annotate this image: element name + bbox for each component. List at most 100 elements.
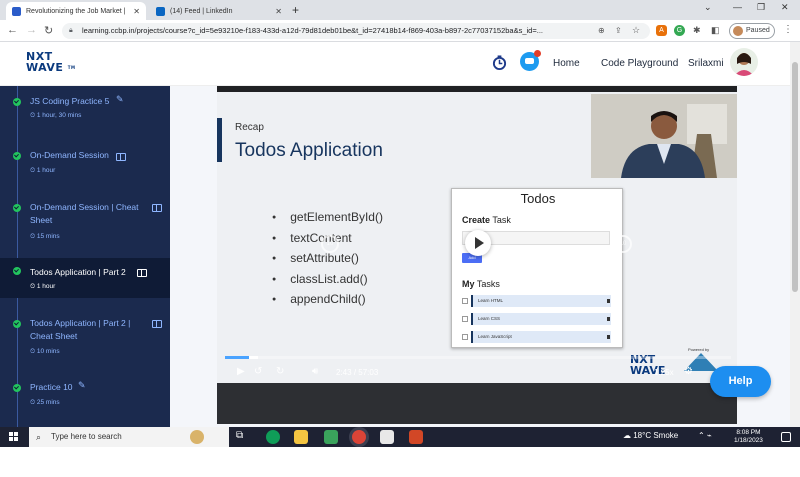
sidebar-item-on-demand-cheat-sheet[interactable]: On-Demand Session | Cheat Sheet ⏲ 15 mins — [0, 196, 170, 250]
system-tray-icons[interactable]: ⌃ ⌁ — [698, 431, 712, 440]
address-bar[interactable]: 🔒︎ learning.ccbp.in/projects/course?c_id… — [62, 23, 650, 39]
taskbar-clock[interactable]: 8:08 PM 1/18/2023 — [734, 429, 763, 445]
duration-text: 10 mins — [36, 348, 60, 355]
forward-10-icon[interactable]: ↻ — [276, 366, 284, 377]
tab-search-chevron-icon[interactable]: ⌄ — [704, 2, 712, 13]
video-frame: Recap Todos Application getElementById()… — [217, 92, 737, 384]
back-icon[interactable]: ← — [7, 24, 18, 36]
close-tab-icon[interactable]: ✕ — [275, 7, 282, 16]
sidebar-item-js-coding-practice-5[interactable]: JS Coding Practice 5 ✎ ⏲ 1 hour, 30 mins — [0, 94, 170, 134]
user-avatar[interactable] — [730, 48, 758, 76]
browser-menu-icon[interactable]: ⋮ — [783, 24, 793, 35]
discussions-chat-icon[interactable] — [520, 50, 541, 71]
browser-tab-linkedin[interactable]: (14) Feed | LinkedIn ✕ — [150, 2, 288, 20]
completed-check-icon — [13, 384, 21, 392]
sidebar-item-on-demand-session[interactable]: On-Demand Session ⏲ 1 hour — [0, 146, 170, 186]
site-favicon-icon — [12, 6, 21, 16]
search-icon: ⌕ — [36, 432, 42, 442]
weather-widget[interactable]: ☁ 18°C Smoke — [623, 431, 678, 440]
close-window-icon[interactable]: ✕ — [781, 2, 789, 13]
settings-gear-icon[interactable]: ⚙ — [684, 366, 693, 377]
forward-overlay-icon[interactable]: 10 — [614, 235, 632, 253]
sidebar-item-title: Todos Application | Part 2 — [30, 267, 126, 277]
sidebar-item-todos-application-part-2-cheat-sheet[interactable]: Todos Application | Part 2 | Cheat Sheet … — [0, 312, 170, 366]
app-icon[interactable] — [324, 430, 338, 444]
video-progress-bar[interactable] — [225, 356, 731, 359]
search-highlight-icon[interactable] — [190, 430, 204, 444]
store-icon[interactable] — [380, 430, 394, 444]
profile-button[interactable]: Paused — [729, 23, 775, 39]
pencil-icon: ✎ — [78, 380, 86, 390]
title-line-1: Todos Application | Part 2 | — [30, 318, 131, 328]
sidebar-item-duration: ⏲ 15 mins — [30, 233, 60, 240]
mockup-title: Todos — [520, 191, 556, 206]
grammar-extension-icon[interactable]: G — [674, 25, 685, 36]
nav-code-playground-link[interactable]: Code Playground — [601, 58, 678, 69]
rewind-overlay-icon[interactable]: 10 — [321, 235, 339, 253]
video-player[interactable]: Recap Todos Application getElementById()… — [217, 86, 737, 424]
video-progress-played — [225, 356, 249, 359]
trash-icon — [607, 317, 610, 321]
task-view-icon[interactable]: ⧉ — [236, 430, 250, 444]
checkbox-icon — [462, 316, 468, 322]
course-sidebar: JS Coding Practice 5 ✎ ⏲ 1 hour, 30 mins… — [0, 86, 170, 427]
office-icon[interactable] — [409, 430, 423, 444]
extension-icon[interactable]: A — [656, 25, 667, 36]
heading-bold: My — [462, 279, 475, 289]
linkedin-favicon-icon — [156, 6, 165, 16]
extensions-puzzle-icon[interactable]: ✱ — [693, 25, 701, 36]
edge-browser-icon[interactable] — [266, 430, 280, 444]
user-name[interactable]: Srilaxmi — [688, 58, 724, 69]
bookmark-star-icon[interactable]: ☆ — [632, 25, 640, 36]
clock-date: 1/18/2023 — [734, 437, 763, 444]
todo-label: Learn JavaScript — [471, 331, 611, 343]
mockup-todo-item: Learn CSS — [462, 313, 612, 325]
big-play-icon[interactable] — [465, 230, 491, 256]
file-explorer-icon[interactable] — [294, 430, 308, 444]
reload-icon[interactable]: ↻ — [44, 24, 53, 37]
forward-icon[interactable]: → — [26, 24, 37, 36]
title-line-2: Cheat Sheet — [30, 331, 78, 341]
help-button[interactable]: Help — [710, 366, 771, 397]
sidebar-item-title: On-Demand Session — [30, 150, 109, 160]
streak-timer-icon[interactable] — [492, 55, 507, 70]
sidebar-item-todos-application-part-2[interactable]: Todos Application | Part 2 ⏲ 1 hour — [0, 258, 170, 298]
scrollbar-thumb[interactable] — [792, 62, 798, 292]
browser-tab-active[interactable]: Revolutionizing the Job Market | ✕ — [6, 2, 146, 20]
nxtwave-logo[interactable]: NXT WAVE TM — [26, 51, 76, 73]
current-time: 2:43 — [336, 368, 352, 377]
minimize-icon[interactable]: — — [733, 2, 742, 12]
sidebar-item-title: Practice 10 — [30, 382, 73, 392]
play-icon[interactable]: ▶ — [237, 366, 245, 377]
video-controls: ▶ ↺ ↻ 🔊︎ 2:43 / 57:03 1.25x ⚙ — [217, 364, 737, 384]
playback-speed-button[interactable]: 1.25x — [654, 368, 674, 377]
weather-text: 18°C Smoke — [633, 431, 679, 440]
maximize-icon[interactable]: ❐ — [757, 2, 765, 13]
install-app-icon[interactable]: ⊕ — [598, 26, 605, 35]
sidebar-item-duration: ⏲ 1 hour — [30, 283, 56, 290]
tab-title: Revolutionizing the Job Market | — [26, 7, 126, 15]
share-icon[interactable]: ⇪ — [615, 26, 622, 35]
sidebar-item-practice-10[interactable]: Practice 10 ✎ ⏲ 25 mins — [0, 378, 170, 418]
side-panel-icon[interactable]: ◧ — [711, 25, 720, 36]
completed-check-icon — [13, 320, 21, 328]
trash-icon — [607, 299, 610, 303]
pencil-icon: ✎ — [116, 94, 124, 104]
rewind-10-icon[interactable]: ↺ — [254, 366, 262, 377]
page-scrollbar[interactable] — [790, 42, 800, 427]
notification-icon[interactable] — [781, 432, 791, 442]
new-tab-icon[interactable]: + — [292, 3, 299, 17]
checkbox-icon — [462, 334, 468, 340]
sidebar-item-title: On-Demand Session | Cheat Sheet — [30, 201, 139, 227]
windows-start-icon[interactable] — [9, 432, 19, 442]
chrome-icon[interactable] — [352, 430, 366, 444]
slide-todos-mockup: Todos Create Task Add My Tasks Learn HTM… — [451, 188, 623, 348]
completed-check-icon — [13, 152, 21, 160]
close-tab-icon[interactable]: ✕ — [133, 7, 140, 16]
time-separator: / — [353, 368, 357, 377]
nav-home-link[interactable]: Home — [553, 58, 580, 69]
sidebar-item-duration: ⏲ 1 hour, 30 mins — [30, 112, 82, 119]
tab-title: (14) Feed | LinkedIn — [170, 7, 233, 15]
logo-tm: TM — [67, 65, 76, 70]
volume-icon[interactable]: 🔊︎ — [312, 366, 318, 377]
